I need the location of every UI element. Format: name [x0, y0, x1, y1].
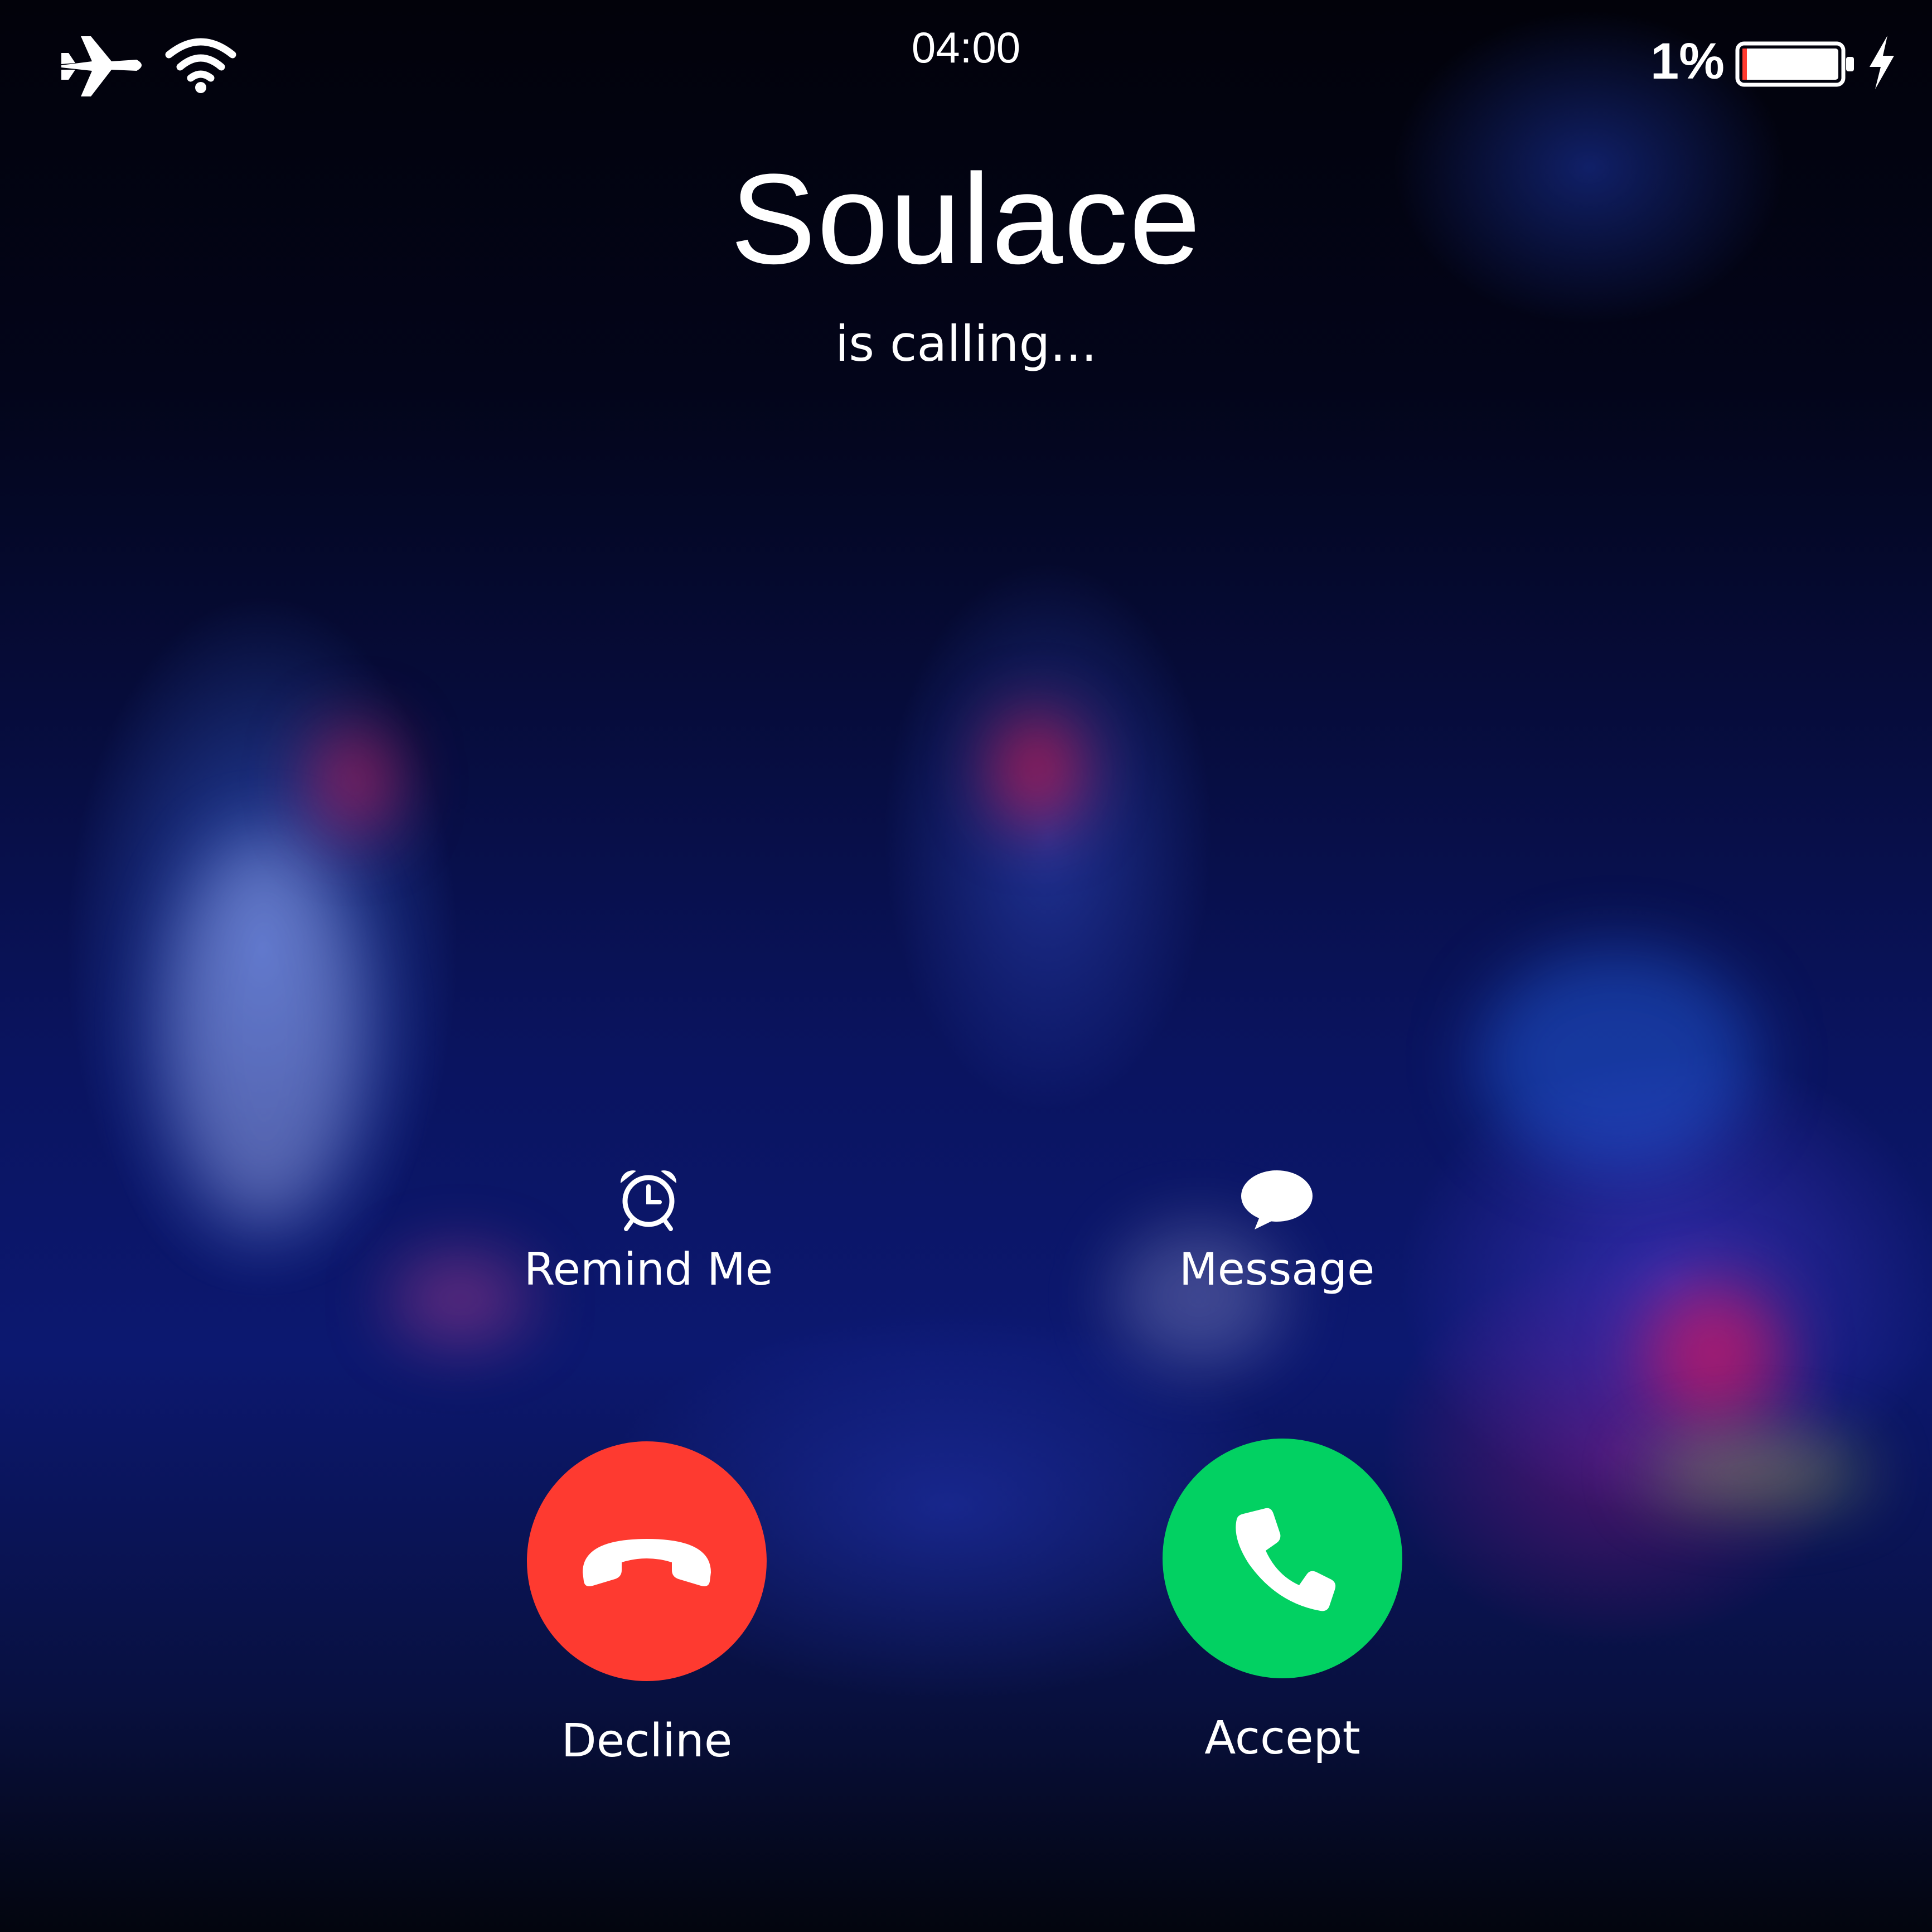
decline-button[interactable]: Decline: [452, 1441, 842, 1768]
accept-circle[interactable]: [1163, 1439, 1402, 1678]
phone-icon: [1236, 1508, 1336, 1611]
message-button[interactable]: Message: [1082, 1165, 1472, 1295]
accept-label: Accept: [1204, 1712, 1360, 1765]
accept-button[interactable]: Accept: [1087, 1439, 1478, 1765]
hang-up-icon: [583, 1539, 711, 1586]
speech-bubble-icon: [1241, 1170, 1313, 1229]
decline-circle[interactable]: [527, 1441, 767, 1681]
alarm-clock-icon: [620, 1170, 677, 1231]
background-light: [1478, 948, 1756, 1171]
background-light: [312, 725, 396, 836]
incoming-call-screen: 04:00 1% Soulace is calling... Remind Me: [0, 0, 1932, 1932]
battery-percentage: 1%: [1650, 33, 1725, 90]
battery-icon: [1735, 41, 1854, 87]
background-light: [992, 714, 1082, 825]
call-status: is calling...: [835, 315, 1097, 372]
background-light: [1645, 1439, 1868, 1505]
background-light: [1645, 1282, 1784, 1422]
background-light: [167, 836, 362, 1227]
message-label: Message: [1179, 1243, 1375, 1295]
status-time: 04:00: [911, 23, 1021, 72]
charging-bolt-icon: [1870, 36, 1894, 89]
remind-me-label: Remind Me: [524, 1243, 773, 1295]
status-bar: 04:00 1%: [0, 0, 1932, 100]
decline-label: Decline: [561, 1715, 733, 1768]
caller-name: Soulace: [730, 147, 1202, 290]
remind-me-button[interactable]: Remind Me: [453, 1165, 844, 1295]
